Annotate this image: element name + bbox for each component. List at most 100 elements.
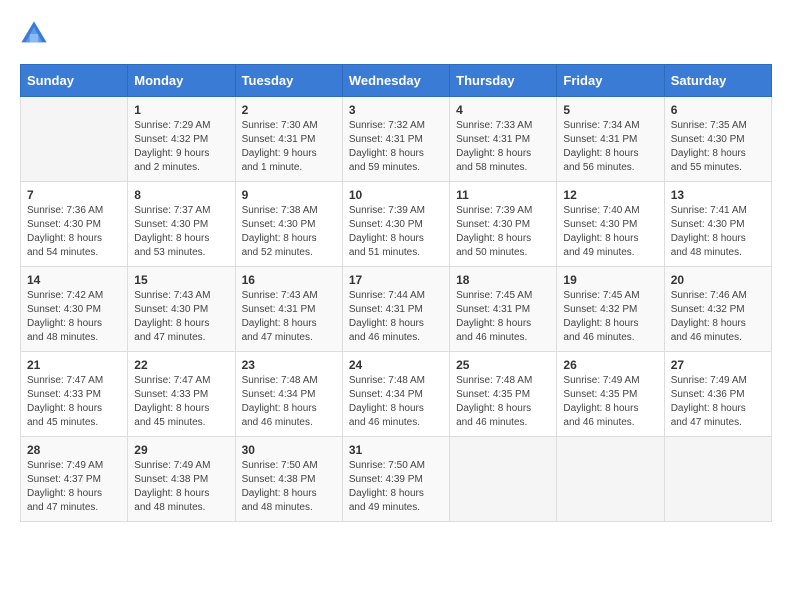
calendar-cell: 27Sunrise: 7:49 AMSunset: 4:36 PMDayligh… xyxy=(664,352,771,437)
cell-info: Sunrise: 7:43 AMSunset: 4:31 PMDaylight:… xyxy=(242,289,336,345)
calendar-cell: 2 Sunrise: 7:30 AMSunset: 4:31 PMDaylight… xyxy=(235,97,342,182)
calendar-cell: 12 Sunrise: 7:40 AMSunset: 4:30 PMDayligh… xyxy=(557,182,664,267)
calendar-cell: 10 Sunrise: 7:39 AMSunset: 4:30 PMDayligh… xyxy=(342,182,449,267)
cell-info: Sunrise: 7:45 AMSunset: 4:32 PMDaylight:… xyxy=(563,289,657,345)
cell-info: Sunrise: 7:33 AMSunset: 4:31 PMDaylight:… xyxy=(456,119,550,175)
cell-info: Sunrise: 7:34 AMSunset: 4:31 PMDaylight:… xyxy=(563,119,657,175)
calendar-cell xyxy=(450,437,557,522)
cell-info: Sunrise: 7:35 AMSunset: 4:30 PMDaylight:… xyxy=(671,119,765,175)
day-number: 3 xyxy=(349,103,443,117)
calendar-cell: 15 Sunrise: 7:43 AMSunset: 4:30 PMDayligh… xyxy=(128,267,235,352)
day-number: 31 xyxy=(349,443,443,457)
calendar-cell: 11Sunrise: 7:39 AMSunset: 4:30 PMDayligh… xyxy=(450,182,557,267)
cell-info: Sunrise: 7:30 AMSunset: 4:31 PMDaylight:… xyxy=(242,119,336,175)
cell-info: Sunrise: 7:48 AMSunset: 4:35 PMDaylight:… xyxy=(456,374,550,430)
day-number: 23 xyxy=(242,358,336,372)
calendar-cell: 1 Sunrise: 7:29 AMSunset: 4:32 PMDaylight… xyxy=(128,97,235,182)
cell-info: Sunrise: 7:43 AMSunset: 4:30 PMDaylight:… xyxy=(134,289,228,345)
day-number: 27 xyxy=(671,358,765,372)
day-number: 19 xyxy=(563,273,657,287)
calendar-header-row: SundayMondayTuesdayWednesdayThursdayFrid… xyxy=(21,65,772,97)
weekday-header: Wednesday xyxy=(342,65,449,97)
day-number: 17 xyxy=(349,273,443,287)
calendar-cell xyxy=(557,437,664,522)
day-number: 6 xyxy=(671,103,765,117)
calendar-cell: 5 Sunrise: 7:34 AMSunset: 4:31 PMDaylight… xyxy=(557,97,664,182)
day-number: 15 xyxy=(134,273,228,287)
cell-info: Sunrise: 7:49 AMSunset: 4:37 PMDaylight:… xyxy=(27,459,121,515)
cell-info: Sunrise: 7:32 AMSunset: 4:31 PMDaylight:… xyxy=(349,119,443,175)
day-number: 20 xyxy=(671,273,765,287)
calendar-cell: 29Sunrise: 7:49 AMSunset: 4:38 PMDayligh… xyxy=(128,437,235,522)
day-number: 28 xyxy=(27,443,121,457)
day-number: 8 xyxy=(134,188,228,202)
calendar-cell: 8 Sunrise: 7:37 AMSunset: 4:30 PMDaylight… xyxy=(128,182,235,267)
cell-info: Sunrise: 7:36 AMSunset: 4:30 PMDaylight:… xyxy=(27,204,121,260)
weekday-header: Friday xyxy=(557,65,664,97)
weekday-header: Tuesday xyxy=(235,65,342,97)
calendar-cell: 30 Sunrise: 7:50 AMSunset: 4:38 PMDayligh… xyxy=(235,437,342,522)
calendar-cell xyxy=(664,437,771,522)
calendar-cell: 21 Sunrise: 7:47 AMSunset: 4:33 PMDayligh… xyxy=(21,352,128,437)
calendar-cell: 25 Sunrise: 7:48 AMSunset: 4:35 PMDayligh… xyxy=(450,352,557,437)
day-number: 16 xyxy=(242,273,336,287)
day-number: 25 xyxy=(456,358,550,372)
calendar-week-row: 14 Sunrise: 7:42 AMSunset: 4:30 PMDayligh… xyxy=(21,267,772,352)
day-number: 14 xyxy=(27,273,121,287)
calendar-table: SundayMondayTuesdayWednesdayThursdayFrid… xyxy=(20,64,772,522)
cell-info: Sunrise: 7:45 AMSunset: 4:31 PMDaylight:… xyxy=(456,289,550,345)
day-number: 10 xyxy=(349,188,443,202)
day-number: 21 xyxy=(27,358,121,372)
calendar-cell: 24 Sunrise: 7:48 AMSunset: 4:34 PMDayligh… xyxy=(342,352,449,437)
cell-info: Sunrise: 7:44 AMSunset: 4:31 PMDaylight:… xyxy=(349,289,443,345)
cell-info: Sunrise: 7:49 AMSunset: 4:38 PMDaylight:… xyxy=(134,459,228,515)
cell-info: Sunrise: 7:37 AMSunset: 4:30 PMDaylight:… xyxy=(134,204,228,260)
day-number: 22 xyxy=(134,358,228,372)
cell-info: Sunrise: 7:38 AMSunset: 4:30 PMDaylight:… xyxy=(242,204,336,260)
day-number: 24 xyxy=(349,358,443,372)
cell-info: Sunrise: 7:39 AMSunset: 4:30 PMDaylight:… xyxy=(349,204,443,260)
day-number: 7 xyxy=(27,188,121,202)
logo-icon xyxy=(20,20,48,48)
calendar-cell: 17 Sunrise: 7:44 AMSunset: 4:31 PMDayligh… xyxy=(342,267,449,352)
cell-info: Sunrise: 7:48 AMSunset: 4:34 PMDaylight:… xyxy=(242,374,336,430)
cell-info: Sunrise: 7:47 AMSunset: 4:33 PMDaylight:… xyxy=(134,374,228,430)
calendar-cell: 19 Sunrise: 7:45 AMSunset: 4:32 PMDayligh… xyxy=(557,267,664,352)
day-number: 2 xyxy=(242,103,336,117)
cell-info: Sunrise: 7:42 AMSunset: 4:30 PMDaylight:… xyxy=(27,289,121,345)
cell-info: Sunrise: 7:40 AMSunset: 4:30 PMDaylight:… xyxy=(563,204,657,260)
cell-info: Sunrise: 7:47 AMSunset: 4:33 PMDaylight:… xyxy=(27,374,121,430)
day-number: 4 xyxy=(456,103,550,117)
calendar-cell: 26 Sunrise: 7:49 AMSunset: 4:35 PMDayligh… xyxy=(557,352,664,437)
day-number: 5 xyxy=(563,103,657,117)
cell-info: Sunrise: 7:49 AMSunset: 4:35 PMDaylight:… xyxy=(563,374,657,430)
cell-info: Sunrise: 7:41 AMSunset: 4:30 PMDaylight:… xyxy=(671,204,765,260)
calendar-cell: 6 Sunrise: 7:35 AMSunset: 4:30 PMDaylight… xyxy=(664,97,771,182)
weekday-header: Thursday xyxy=(450,65,557,97)
calendar-cell: 16 Sunrise: 7:43 AMSunset: 4:31 PMDayligh… xyxy=(235,267,342,352)
day-number: 18 xyxy=(456,273,550,287)
calendar-cell xyxy=(21,97,128,182)
calendar-week-row: 28 Sunrise: 7:49 AMSunset: 4:37 PMDayligh… xyxy=(21,437,772,522)
calendar-cell: 13 Sunrise: 7:41 AMSunset: 4:30 PMDayligh… xyxy=(664,182,771,267)
day-number: 30 xyxy=(242,443,336,457)
calendar-week-row: 21 Sunrise: 7:47 AMSunset: 4:33 PMDayligh… xyxy=(21,352,772,437)
day-number: 26 xyxy=(563,358,657,372)
calendar-cell: 7 Sunrise: 7:36 AMSunset: 4:30 PMDaylight… xyxy=(21,182,128,267)
cell-info: Sunrise: 7:50 AMSunset: 4:39 PMDaylight:… xyxy=(349,459,443,515)
calendar-cell: 4 Sunrise: 7:33 AMSunset: 4:31 PMDaylight… xyxy=(450,97,557,182)
header xyxy=(20,20,772,48)
weekday-header: Saturday xyxy=(664,65,771,97)
cell-info: Sunrise: 7:46 AMSunset: 4:32 PMDaylight:… xyxy=(671,289,765,345)
calendar-cell: 28 Sunrise: 7:49 AMSunset: 4:37 PMDayligh… xyxy=(21,437,128,522)
weekday-header: Sunday xyxy=(21,65,128,97)
cell-info: Sunrise: 7:29 AMSunset: 4:32 PMDaylight:… xyxy=(134,119,228,175)
cell-info: Sunrise: 7:48 AMSunset: 4:34 PMDaylight:… xyxy=(349,374,443,430)
day-number: 12 xyxy=(563,188,657,202)
calendar-cell: 22 Sunrise: 7:47 AMSunset: 4:33 PMDayligh… xyxy=(128,352,235,437)
day-number: 13 xyxy=(671,188,765,202)
day-number: 11 xyxy=(456,188,550,202)
cell-info: Sunrise: 7:50 AMSunset: 4:38 PMDaylight:… xyxy=(242,459,336,515)
day-number: 1 xyxy=(134,103,228,117)
calendar-cell: 20 Sunrise: 7:46 AMSunset: 4:32 PMDayligh… xyxy=(664,267,771,352)
